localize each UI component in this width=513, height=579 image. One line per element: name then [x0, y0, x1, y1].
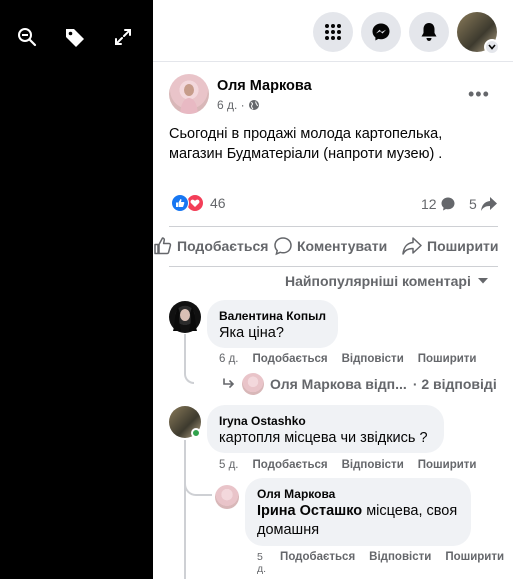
comment-sort-label: Найпопулярніші коментарі: [285, 273, 471, 289]
comment-share-button[interactable]: Поширити: [418, 353, 477, 365]
fullscreen-icon[interactable]: [112, 26, 134, 48]
account-avatar[interactable]: [457, 12, 500, 55]
comment-reply-button[interactable]: Відповісти: [342, 459, 404, 471]
comment-count[interactable]: 12: [421, 196, 456, 212]
author-avatar[interactable]: [169, 74, 209, 114]
comment-bubble: Iryna Ostashko картопля місцева чи звідк…: [207, 405, 444, 453]
share-count-value: 5: [469, 196, 477, 212]
share-icon: [402, 237, 422, 255]
thread-line: [184, 334, 194, 384]
comment-age[interactable]: 6 д.: [219, 353, 239, 365]
media-viewer: [0, 0, 153, 579]
comment-sort-dropdown[interactable]: Найпопулярніші коментарі: [285, 273, 489, 289]
messenger-icon[interactable]: [361, 12, 401, 52]
comment-age[interactable]: 5 д.: [219, 459, 239, 471]
view-replies-link[interactable]: Оля Маркова відп... · 2 відповіді: [222, 373, 497, 395]
divider: [169, 226, 498, 227]
comment-text: Яка ціна?: [219, 325, 284, 341]
reply-age-unit: д.: [257, 563, 267, 575]
reply-author-avatar: [242, 373, 264, 395]
menu-grid-icon[interactable]: [313, 12, 353, 52]
like-reaction-icon: [171, 194, 189, 212]
reply-reply-button[interactable]: Відповісти: [369, 551, 431, 575]
commenter-name[interactable]: Iryna Ostashko: [219, 413, 432, 429]
share-arrow-icon: [480, 197, 497, 211]
reply-age-value: 5: [257, 551, 263, 563]
reply-arrow-icon: [223, 378, 235, 388]
comment-count-value: 12: [421, 196, 437, 212]
share-button-label: Поширити: [427, 238, 499, 254]
post-time[interactable]: 6 д. ·: [217, 98, 245, 112]
comment-bubble: Валентина Копыл Яка ціна?: [207, 300, 338, 348]
reply-avatar[interactable]: [215, 485, 239, 509]
post-meta: 6 д. ·: [217, 98, 260, 112]
post-viewer: Оля Маркова 6 д. · ••• Сьогодні в продаж…: [0, 0, 513, 579]
reply-summary-count: · 2 відповіді: [412, 376, 497, 392]
comment-like-button[interactable]: Подобається: [253, 353, 328, 365]
reply-share-button[interactable]: Поширити: [445, 551, 504, 575]
bell-icon[interactable]: [409, 12, 449, 52]
zoom-out-icon[interactable]: [16, 26, 38, 48]
reply-author-name[interactable]: Оля Маркова: [257, 486, 459, 502]
post-text: Сьогодні в продажі молода картопелька, м…: [169, 126, 443, 162]
reply-like-button[interactable]: Подобається: [280, 551, 355, 575]
like-button[interactable]: Подобається: [153, 236, 268, 256]
share-button[interactable]: Поширити: [401, 236, 499, 256]
comment-reply-button[interactable]: Відповісти: [342, 353, 404, 365]
more-options-icon[interactable]: •••: [468, 84, 490, 105]
reply-actions: 5 д. Подобається Відповісти Поширити: [257, 551, 504, 575]
top-bar: [153, 0, 513, 62]
reply-text: Ірина Осташко місцева, своя домашня: [257, 502, 459, 540]
reaction-count: 46: [210, 195, 226, 211]
thread-line: [184, 478, 212, 496]
thread-line: [184, 440, 186, 579]
comment-share-button[interactable]: Поширити: [418, 459, 477, 471]
comment-like-button[interactable]: Подобається: [253, 459, 328, 471]
divider: [169, 266, 498, 267]
commenter-avatar[interactable]: [169, 301, 201, 333]
reply-bubble: Оля Маркова Ірина Осташко місцева, своя …: [245, 478, 471, 546]
reply-summary-author: Оля Маркова відп...: [270, 376, 407, 392]
chevron-down-icon[interactable]: [484, 39, 500, 55]
globe-icon: [248, 100, 259, 110]
caret-down-icon: [477, 278, 488, 284]
commenter-name[interactable]: Валентина Копыл: [219, 308, 326, 324]
tag-icon[interactable]: [64, 26, 86, 48]
comment-button[interactable]: Коментувати: [273, 236, 387, 256]
comment-bubble-icon: [441, 197, 455, 211]
comment-button-label: Коментувати: [297, 238, 388, 254]
comment-icon: [274, 237, 292, 256]
comment-actions: 6 д. Подобається Відповісти Поширити: [219, 353, 477, 365]
like-button-label: Подобається: [177, 238, 269, 254]
reactions-summary[interactable]: 46: [171, 194, 226, 212]
share-count[interactable]: 5: [469, 196, 498, 212]
reply-mention[interactable]: Ірина Осташко: [257, 503, 362, 519]
author-name[interactable]: Оля Маркова: [217, 78, 312, 94]
comment-actions: 5 д. Подобається Відповісти Поширити: [219, 459, 477, 471]
comment-text: картопля місцева чи звідкись ?: [219, 430, 428, 446]
online-status-dot: [191, 428, 201, 438]
reply-age[interactable]: 5 д.: [257, 551, 266, 575]
thumbs-up-icon: [154, 237, 172, 255]
